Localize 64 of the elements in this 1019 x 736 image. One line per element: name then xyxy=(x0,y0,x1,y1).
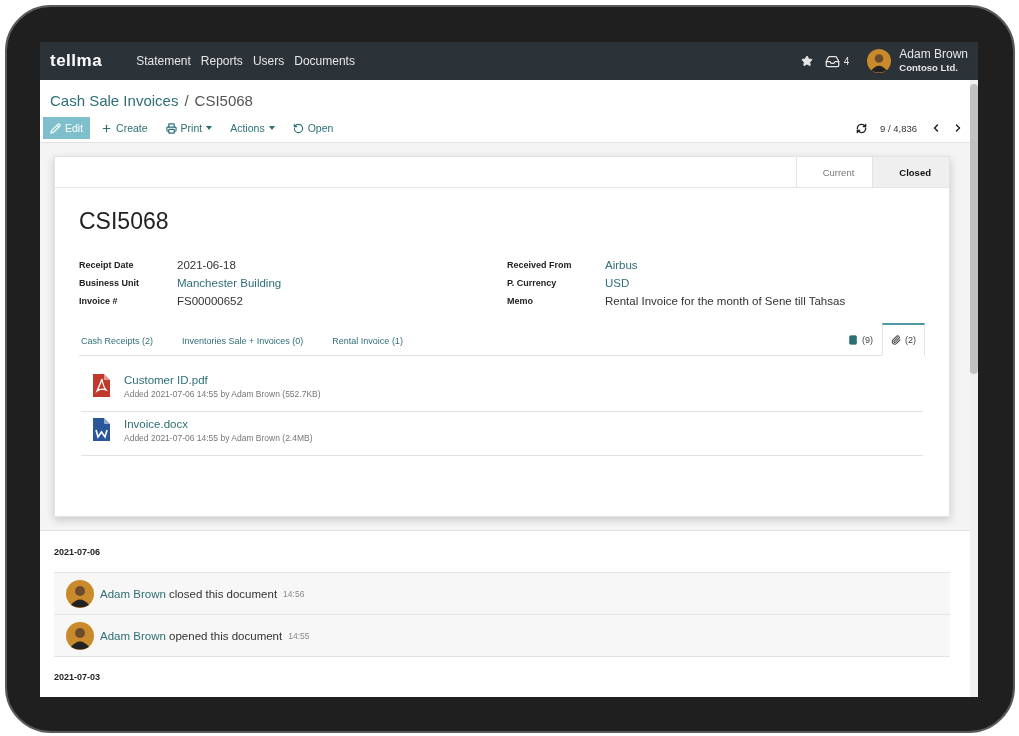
refresh-icon xyxy=(856,122,867,134)
document-title: CSI5068 xyxy=(79,208,170,235)
user-name: Adam Brown xyxy=(899,48,968,61)
file-link[interactable]: Invoice.docx xyxy=(124,418,313,430)
create-button[interactable]: Create xyxy=(94,117,155,139)
scrollbar[interactable] xyxy=(970,80,978,697)
field-link[interactable]: USD xyxy=(605,277,925,289)
caret-icon xyxy=(206,126,213,130)
print-button[interactable]: Print xyxy=(158,117,220,139)
breadcrumb-separator: / xyxy=(184,92,189,109)
field-label: Received From xyxy=(507,260,573,270)
field-label: Receipt Date xyxy=(79,260,135,270)
paperclip-icon xyxy=(891,335,901,345)
file-link[interactable]: Customer ID.pdf xyxy=(124,374,321,386)
tab[interactable]: (2) xyxy=(882,323,925,356)
document-icon xyxy=(93,374,110,397)
author-link[interactable]: Adam Brown xyxy=(100,587,166,600)
star-icon[interactable] xyxy=(800,55,813,67)
caret-icon xyxy=(268,126,275,130)
field-value: 2021-06-18 xyxy=(177,259,237,271)
field-link[interactable]: Manchester Building xyxy=(177,277,497,289)
user-avatar xyxy=(867,49,892,73)
plus-icon xyxy=(101,122,113,134)
nav-link[interactable]: Users xyxy=(252,54,285,68)
status-step[interactable]: Current xyxy=(795,157,873,187)
status-step[interactable]: Closed xyxy=(872,157,949,187)
tab[interactable]: Rental Invoice (1) xyxy=(330,336,430,355)
author-link[interactable]: Adam Brown xyxy=(100,629,166,642)
nav-link[interactable]: Documents xyxy=(294,54,355,68)
activity-text: Adam Brown opened this document xyxy=(100,629,283,642)
file-meta: Added 2021-07-06 14:55 by Adam Brown (2.4MB) xyxy=(124,433,313,443)
nav-link[interactable]: Statement xyxy=(136,54,191,68)
inbox-count: 4 xyxy=(843,55,850,67)
pencil-icon xyxy=(50,122,61,134)
printer-icon xyxy=(165,122,177,134)
field-label: P. Currency xyxy=(507,278,558,288)
user-avatar xyxy=(66,621,94,650)
date-heading: 2021-07-03 xyxy=(53,671,102,684)
field-value: Rental Invoice for the month of Sene till Tahsas xyxy=(605,295,847,307)
company-name: Contoso Ltd. xyxy=(899,61,959,74)
document-icon xyxy=(93,418,110,441)
tab[interactable]: (9) xyxy=(839,324,882,356)
date-heading: 2021-07-06 xyxy=(53,546,102,559)
breadcrumb-current: CSI5068 xyxy=(194,92,253,109)
open-button[interactable]: Open xyxy=(285,117,341,139)
actions-button[interactable]: Actions xyxy=(223,117,282,139)
tab[interactable]: Cash Receipts (2) xyxy=(79,336,181,355)
nav-link[interactable]: Reports xyxy=(200,54,243,68)
user-avatar xyxy=(66,579,94,608)
brand-logo[interactable]: tellma xyxy=(50,51,103,71)
field-link[interactable]: Airbus xyxy=(605,259,925,271)
pager-text: 9 / 4,836 xyxy=(880,122,917,134)
activity-time: 14:56 xyxy=(283,588,305,599)
field-label: Memo xyxy=(507,296,534,306)
inbox-icon[interactable] xyxy=(824,53,840,69)
field-label: Invoice # xyxy=(79,296,119,306)
activity-time: 14:55 xyxy=(288,630,310,641)
file-meta: Added 2021-07-06 14:55 by Adam Brown (552.7KB) xyxy=(124,389,321,399)
undo-icon xyxy=(292,122,304,134)
field-value: FS00000652 xyxy=(177,295,244,307)
activity-text: Adam Brown closed this document xyxy=(100,587,278,600)
tab[interactable]: Inventories Sale + Invoices (0) xyxy=(180,336,331,355)
field-label: Business Unit xyxy=(79,278,140,288)
breadcrumb-link[interactable]: Cash Sale Invoices xyxy=(50,92,179,109)
